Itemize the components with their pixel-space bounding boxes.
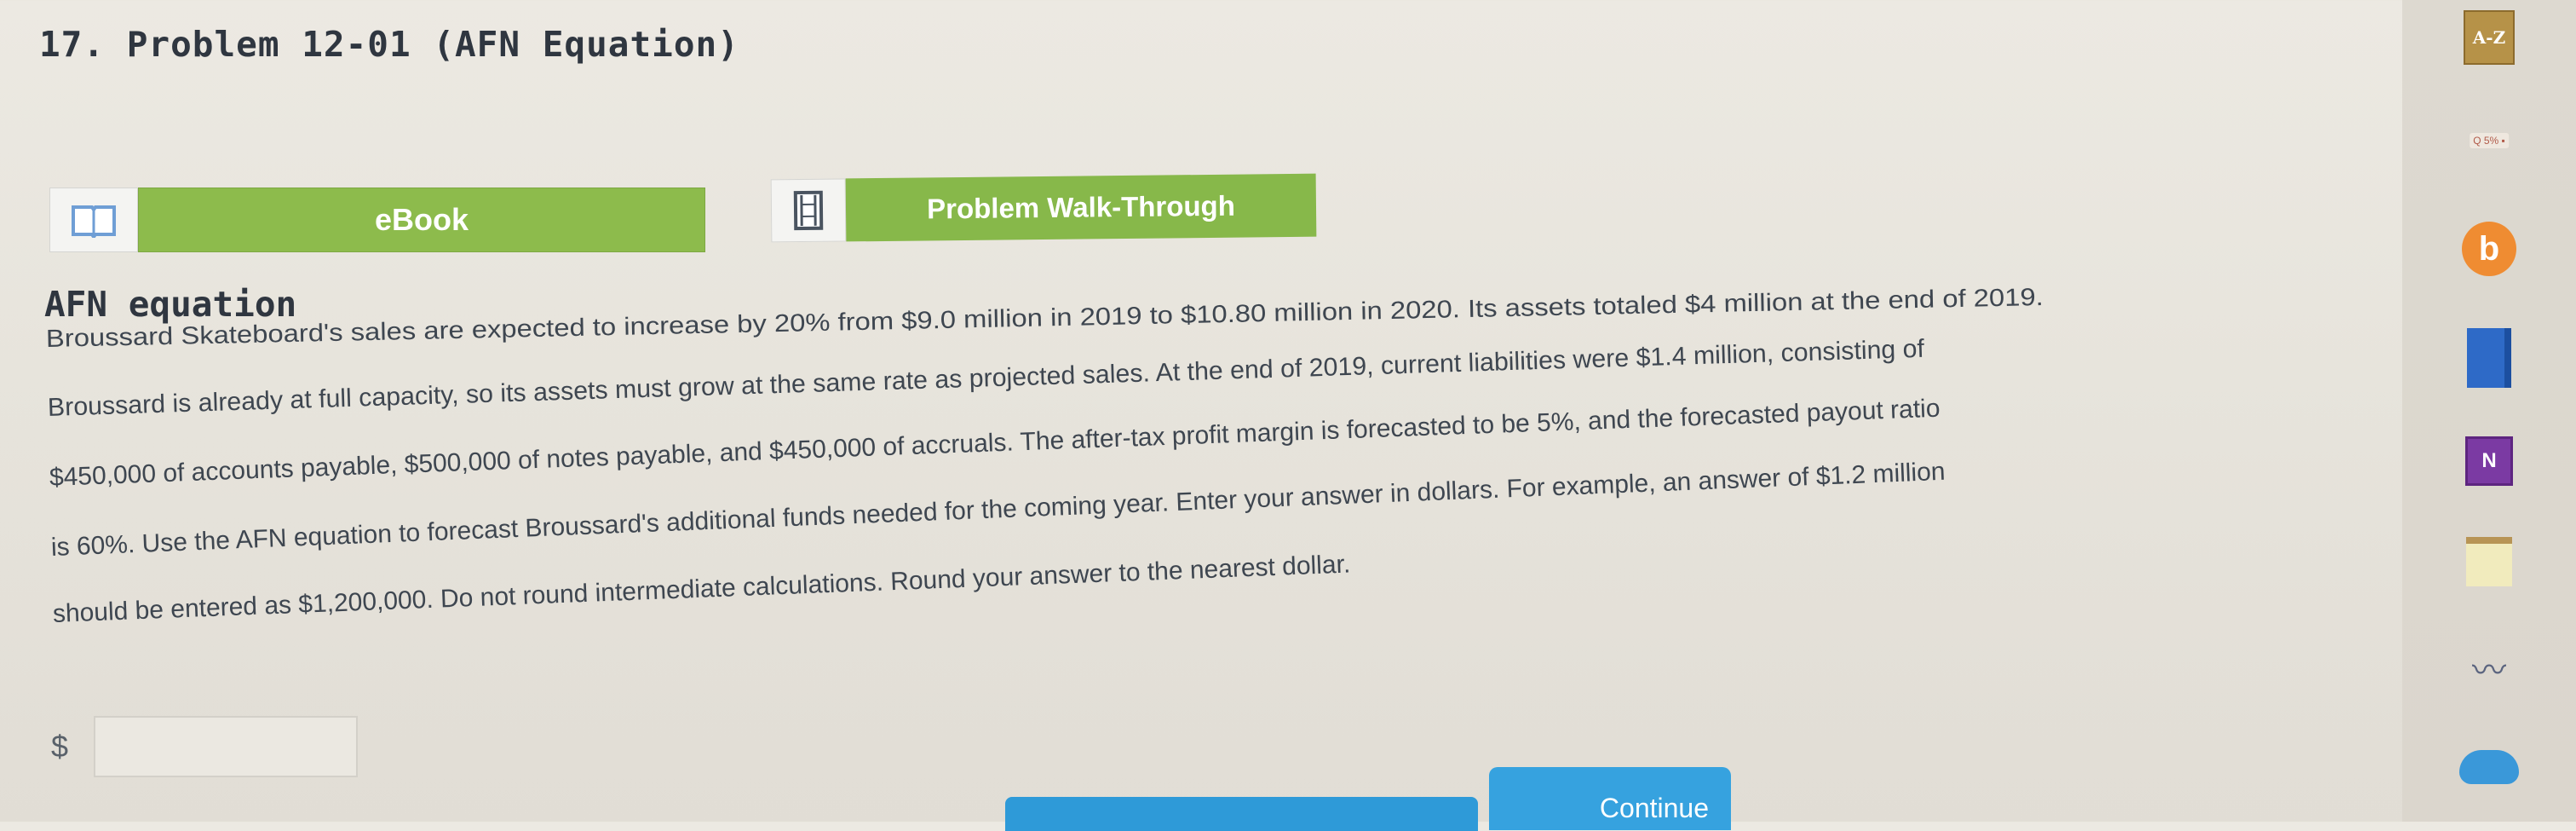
film-icon [771, 178, 847, 242]
problem-walkthrough-button[interactable]: Problem Walk-Through [846, 174, 1317, 242]
cloud-icon[interactable] [2459, 750, 2519, 784]
book-icon[interactable] [2467, 328, 2511, 388]
assignment-page: 17. Problem 12-01 (AFN Equation) eBook P… [0, 0, 2402, 822]
bottom-action-button[interactable] [1005, 797, 1478, 831]
paragraph-line-5: should be entered as $1,200,000. Do not … [52, 550, 1351, 628]
ebook-toolbar[interactable]: eBook [49, 188, 705, 252]
problem-title: 17. Problem 12-01 (AFN Equation) [39, 24, 739, 65]
continue-button[interactable]: Continue [1489, 767, 1731, 830]
notes-icon[interactable] [2466, 537, 2512, 586]
walkthrough-toolbar[interactable]: Problem Walk-Through [771, 174, 1317, 243]
onenote-icon[interactable]: N [2465, 436, 2513, 486]
afn-answer-input[interactable] [94, 716, 358, 777]
ebook-button[interactable]: eBook [138, 188, 705, 252]
currency-symbol: $ [51, 729, 94, 765]
app-taskbar: A-Z Q 5% ▪ b N 〰 [2402, 0, 2576, 822]
dictionary-icon[interactable]: A-Z [2464, 10, 2515, 65]
section-heading: AFN equation [44, 284, 296, 325]
answer-row: $ [51, 713, 375, 781]
scribble-icon[interactable]: 〰 [2472, 643, 2506, 692]
notification-icon[interactable]: Q 5% ▪ [2470, 133, 2509, 148]
orange-app-icon[interactable]: b [2462, 222, 2516, 276]
book-icon [49, 188, 138, 252]
